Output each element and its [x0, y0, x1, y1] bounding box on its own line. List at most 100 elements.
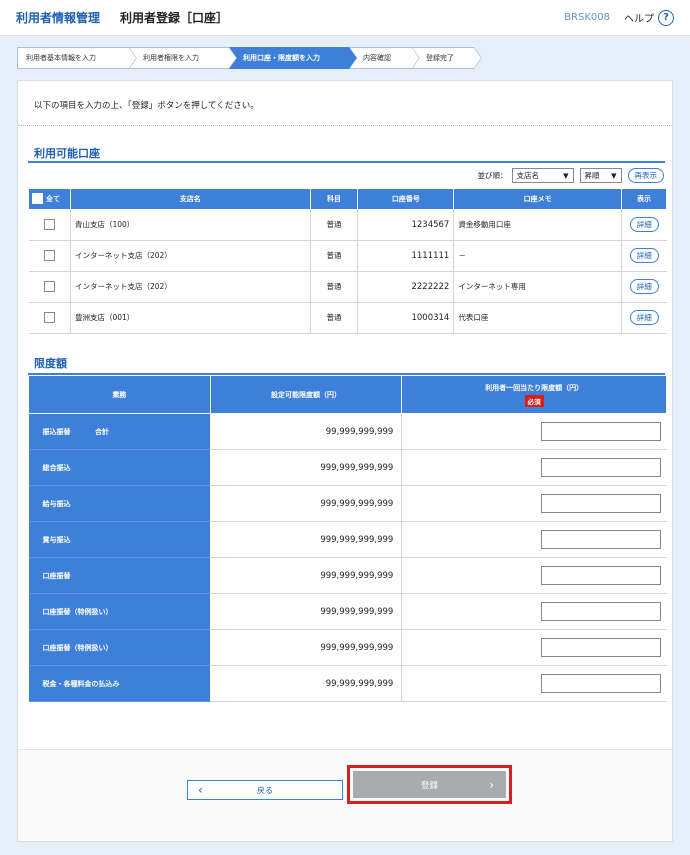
help-label: ヘルプ [624, 14, 654, 25]
chevron-right-icon: › [489, 777, 494, 792]
sort-order-select[interactable]: 昇順 ▼ [579, 168, 622, 183]
accounts-section-rule [28, 161, 665, 163]
col-branch: 支店名 [69, 189, 311, 210]
screen-code: BRSK008 [564, 12, 610, 23]
main-panel: 以下の項目を入力の上、「登録」ボタンを押してください。 利用可能口座 並び順： … [17, 80, 673, 842]
sort-field-value: 支店名 [516, 171, 540, 180]
per-transaction-label: 利用者一回当たり限度額（円） [485, 383, 584, 392]
row-checkbox[interactable] [43, 219, 55, 230]
detail-button[interactable]: 詳細 [629, 310, 659, 325]
amount-cell: 999,999,999,999 [210, 593, 402, 630]
sort-field-select[interactable]: 支店名 ▼ [511, 168, 574, 183]
col-memo: 口座メモ [453, 189, 622, 210]
step-basic-info: 利用者基本情報を入力 [17, 47, 137, 69]
table-row: 口座振替（特例扱い） 999,999,999,999 [28, 629, 667, 666]
help-link[interactable]: ヘルプ ? [624, 9, 674, 26]
amount-cell: 99,999,999,999 [210, 665, 402, 702]
memo-cell: 代表口座 [453, 302, 622, 334]
col-business: 業務 [28, 375, 211, 414]
business-label: 振込振替 [42, 427, 71, 436]
col-number: 口座番号 [357, 189, 455, 210]
limits-section-title: 限度額 [34, 357, 67, 370]
business-cell: 税金・各種料金の払込み [28, 665, 211, 702]
branch-cell: インターネット支店（202） [69, 271, 311, 303]
row-checkbox[interactable] [43, 312, 55, 323]
dropdown-arrow-icon: ▼ [611, 171, 617, 180]
accounts-table: 全て 支店名 科目 口座番号 口座メモ 表示 青山支店（100） 普通 1234… [28, 189, 667, 334]
table-row: 振込振替 合計 99,999,999,999 [28, 413, 667, 450]
section-title: 利用者情報管理 [16, 11, 101, 25]
step-accounts-limits: 利用口座・限度額を入力 [229, 47, 357, 69]
row-checkbox[interactable] [43, 281, 55, 292]
detail-button[interactable]: 詳細 [629, 248, 659, 263]
business-cell: 賞与振込 [28, 521, 211, 558]
table-row: インターネット支店（202） 普通 2222222 インターネット専用 詳細 [28, 271, 667, 303]
type-cell: 普通 [309, 240, 358, 272]
limit-input[interactable] [540, 458, 661, 477]
col-configurable: 設定可能限度額（円） [209, 375, 403, 414]
sort-bar: 並び順： 支店名 ▼ 昇順 ▼ 再表示 [478, 168, 664, 183]
col-show: 表示 [621, 189, 667, 210]
limit-input[interactable] [540, 566, 661, 585]
select-all-checkbox[interactable] [32, 193, 43, 205]
amount-cell: 999,999,999,999 [210, 629, 402, 666]
table-row: インターネット支店（202） 普通 1111111 － 詳細 [28, 240, 667, 272]
register-button[interactable]: 登録 › [353, 771, 506, 798]
step-permissions: 利用者権限を入力 [129, 47, 237, 69]
detail-button[interactable]: 詳細 [629, 217, 659, 232]
amount-cell: 999,999,999,999 [210, 449, 402, 486]
help-icon[interactable]: ? [658, 9, 674, 26]
limit-input[interactable] [540, 638, 661, 657]
redisplay-button[interactable]: 再表示 [627, 168, 664, 183]
business-sub-label: 合計 [94, 427, 109, 436]
step-confirm: 内容確認 [349, 47, 420, 69]
number-cell: 1111111 [357, 240, 454, 272]
business-cell: 振込振替 合計 [28, 413, 211, 450]
step-label: 利用口座・限度額を入力 [243, 54, 320, 62]
number-cell: 2222222 [357, 271, 454, 303]
limit-input[interactable] [540, 602, 661, 621]
table-row: 総合振込 999,999,999,999 [28, 449, 667, 486]
action-bar: ‹ 戻る 登録 › [18, 749, 672, 841]
limit-input[interactable] [540, 530, 661, 549]
business-cell: 口座振替（特例扱い） [28, 593, 211, 630]
table-row: 口座振替（特例扱い） 999,999,999,999 [28, 593, 667, 630]
amount-cell: 999,999,999,999 [210, 557, 402, 594]
limit-input[interactable] [540, 494, 661, 513]
sort-order-value: 昇順 [584, 171, 600, 180]
amount-cell: 999,999,999,999 [210, 521, 402, 558]
col-per-transaction: 利用者一回当たり限度額（円） 必須 [401, 375, 667, 414]
memo-cell: インターネット専用 [453, 271, 622, 303]
step-label: 内容確認 [363, 54, 391, 62]
business-cell: 総合振込 [28, 449, 211, 486]
step-label: 利用者基本情報を入力 [26, 54, 96, 62]
chevron-left-icon: ‹ [198, 783, 203, 797]
branch-cell: インターネット支店（202） [69, 240, 311, 272]
limit-input[interactable] [540, 674, 661, 693]
memo-cell: 資金移動用口座 [453, 209, 622, 241]
col-type: 科目 [309, 189, 359, 210]
business-cell: 口座振替（特例扱い） [28, 629, 211, 666]
divider [18, 125, 672, 126]
back-label: 戻る [257, 785, 273, 795]
table-row: 豊洲支店（001） 普通 1000314 代表口座 詳細 [28, 302, 667, 334]
select-all-label: 全て [46, 194, 60, 203]
required-badge: 必須 [524, 394, 544, 407]
row-checkbox[interactable] [43, 250, 55, 261]
table-row: 賞与振込 999,999,999,999 [28, 521, 667, 558]
detail-button[interactable]: 詳細 [629, 279, 659, 294]
limits-table: 業務 設定可能限度額（円） 利用者一回当たり限度額（円） 必須 振込振替 合計 … [28, 375, 667, 702]
table-row: 青山支店（100） 普通 1234567 資金移動用口座 詳細 [28, 209, 667, 241]
business-cell: 給与振込 [28, 485, 211, 522]
limit-input[interactable] [540, 422, 661, 441]
number-cell: 1000314 [357, 302, 454, 334]
number-cell: 1234567 [357, 209, 454, 241]
progress-steps: 利用者基本情報を入力 利用者権限を入力 利用口座・限度額を入力 内容確認 登録完… [17, 47, 482, 69]
amount-cell: 99,999,999,999 [210, 413, 402, 450]
app-header: 利用者情報管理 利用者登録［口座］ BRSK008 ヘルプ ? [0, 0, 690, 36]
amount-cell: 999,999,999,999 [210, 485, 402, 522]
accounts-section-title: 利用可能口座 [34, 147, 100, 160]
table-row: 税金・各種料金の払込み 99,999,999,999 [28, 665, 667, 702]
back-button[interactable]: ‹ 戻る [187, 780, 343, 800]
type-cell: 普通 [309, 209, 358, 241]
